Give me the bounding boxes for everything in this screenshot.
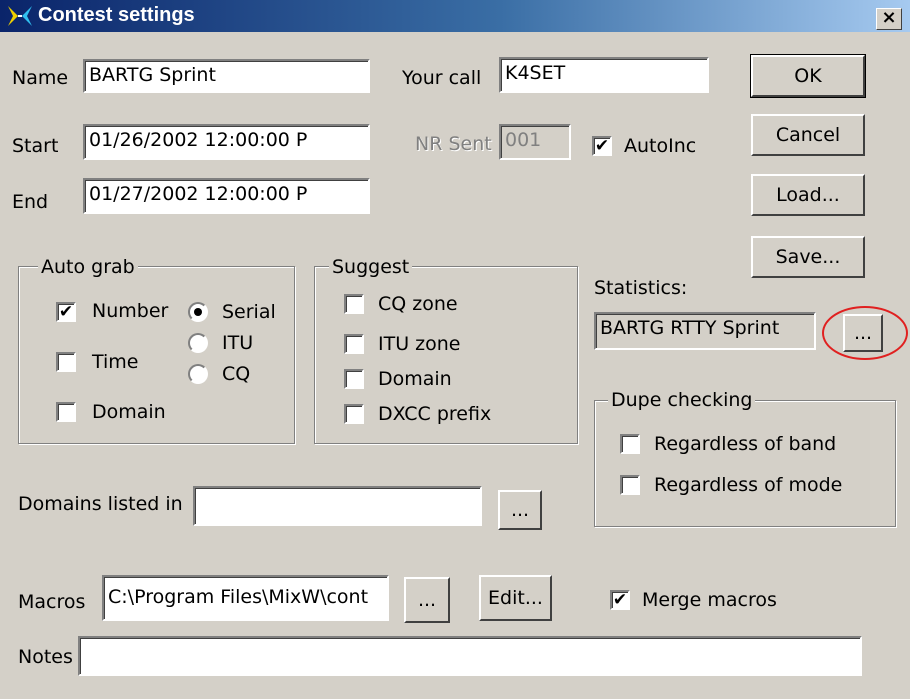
nr-sent-label: NR Sent [415, 133, 492, 155]
edit-macros-button[interactable]: Edit... [479, 575, 552, 621]
check-mark-icon: ✔ [612, 590, 628, 610]
itu-zone-label: ITU zone [378, 333, 461, 355]
number-checkbox[interactable]: ✔ [56, 302, 76, 322]
domain-grab-label: Domain [92, 401, 166, 423]
autoinc-checkbox[interactable]: ✔ [592, 136, 612, 156]
start-input[interactable]: 01/26/2002 12:00:00 P [83, 124, 370, 160]
name-input[interactable]: BARTG Sprint [83, 59, 370, 93]
regardless-band-checkbox[interactable] [620, 434, 640, 454]
cq-radio[interactable] [188, 364, 208, 384]
merge-macros-label: Merge macros [642, 589, 777, 611]
autoinc-label: AutoInc [624, 135, 697, 157]
domain-grab-checkbox[interactable] [56, 402, 76, 422]
dupe-checking-group [594, 400, 896, 527]
statistics-field[interactable]: BARTG RTTY Sprint [594, 312, 816, 350]
name-label: Name [12, 67, 69, 89]
regardless-mode-checkbox[interactable] [620, 475, 640, 495]
load-button[interactable]: Load... [751, 174, 865, 216]
mixw-logo-icon [8, 6, 32, 26]
macros-label: Macros [18, 591, 86, 613]
notes-input[interactable] [78, 636, 862, 676]
notes-label: Notes [18, 646, 73, 668]
cancel-button[interactable]: Cancel [751, 114, 865, 156]
itu-label: ITU [222, 332, 254, 354]
contest-settings-dialog: Contest settings × Name BARTG Sprint You… [0, 0, 910, 699]
serial-label: Serial [222, 301, 276, 323]
domains-input[interactable] [193, 486, 482, 526]
domain-suggest-checkbox[interactable] [344, 369, 364, 389]
merge-macros-checkbox[interactable]: ✔ [610, 590, 630, 610]
macros-browse-button[interactable]: ... [404, 577, 450, 623]
ok-button[interactable]: OK [750, 54, 866, 98]
statistics-label: Statistics: [594, 277, 688, 299]
dxcc-prefix-checkbox[interactable] [344, 404, 364, 424]
title-bar[interactable]: Contest settings × [0, 0, 910, 32]
radio-dot-icon [194, 308, 202, 316]
dxcc-prefix-label: DXCC prefix [378, 403, 492, 425]
regardless-band-label: Regardless of band [654, 433, 837, 455]
suggest-title: Suggest [329, 255, 413, 279]
cq-label: CQ [222, 363, 251, 385]
dupe-checking-title: Dupe checking [608, 388, 756, 412]
your-call-label: Your call [402, 67, 482, 89]
end-input[interactable]: 01/27/2002 12:00:00 P [83, 178, 370, 214]
check-mark-icon: ✔ [594, 136, 610, 156]
highlight-circle [822, 306, 908, 360]
nr-sent-input[interactable]: 001 [499, 124, 571, 160]
end-label: End [12, 191, 49, 213]
cq-zone-label: CQ zone [378, 293, 458, 315]
regardless-mode-label: Regardless of mode [654, 474, 843, 496]
start-label: Start [12, 135, 59, 157]
time-label: Time [92, 351, 139, 373]
close-button[interactable]: × [876, 8, 902, 30]
domains-browse-button[interactable]: ... [498, 490, 542, 530]
your-call-input[interactable]: K4SET [499, 57, 709, 93]
window-title: Contest settings [38, 4, 195, 26]
save-button[interactable]: Save... [751, 236, 865, 278]
cq-zone-checkbox[interactable] [344, 294, 364, 314]
domain-suggest-label: Domain [378, 368, 452, 390]
itu-zone-checkbox[interactable] [344, 334, 364, 354]
number-label: Number [92, 300, 169, 322]
auto-grab-title: Auto grab [38, 255, 138, 279]
check-mark-icon: ✔ [58, 302, 74, 322]
time-checkbox[interactable] [56, 352, 76, 372]
domains-label: Domains listed in [18, 493, 183, 515]
serial-radio[interactable] [188, 302, 208, 322]
macros-input[interactable]: C:\Program Files\MixW\cont [102, 575, 389, 621]
itu-radio[interactable] [188, 333, 208, 353]
